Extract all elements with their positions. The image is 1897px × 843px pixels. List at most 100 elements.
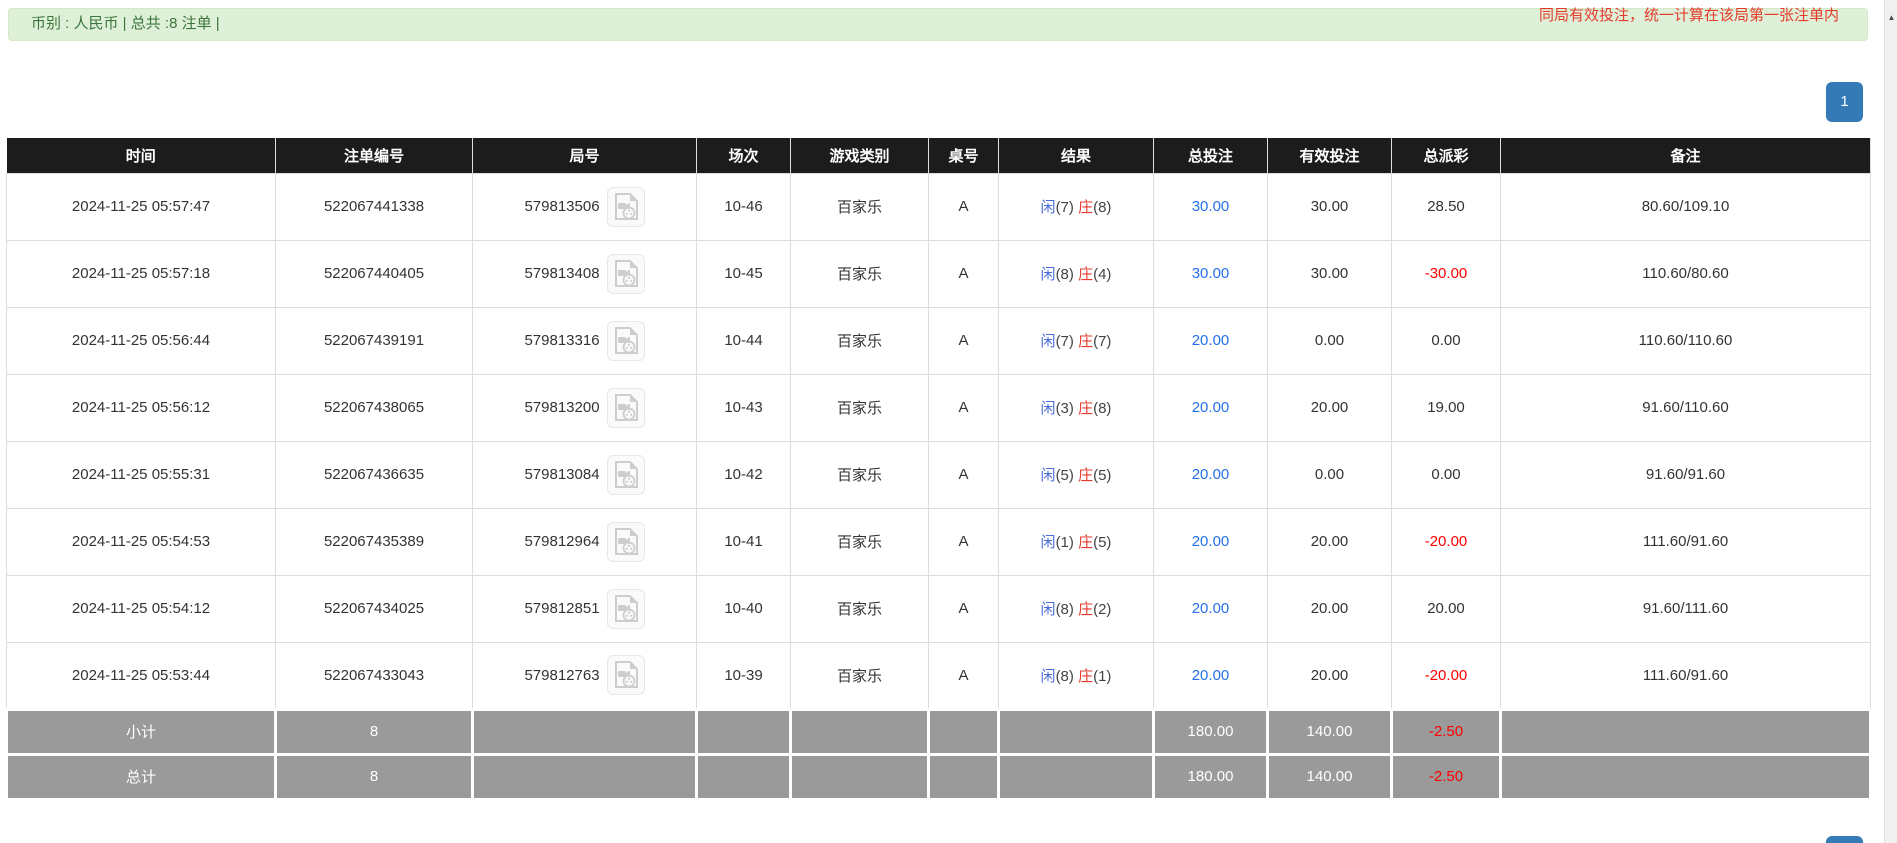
cell-total-bet: 20.00 [1153, 306, 1268, 375]
subtotal-valid-bet: 140.00 [1266, 707, 1393, 756]
cell-game-type: 百家乐 [790, 373, 929, 442]
cell-bet-id: 522067433043 [275, 641, 473, 710]
video-replay-button[interactable] [606, 387, 645, 428]
cell-total-bet: 20.00 [1153, 440, 1268, 509]
table-row: 2024-11-25 05:57:18 522067440405 5798134… [6, 239, 1871, 308]
total-bet-link[interactable]: 20.00 [1192, 600, 1230, 617]
cell-valid-bet: 20.00 [1267, 574, 1392, 643]
subtotal-payout: -2.50 [1390, 707, 1502, 756]
cell-remark: 91.60/110.60 [1500, 373, 1871, 442]
cell-table-no: A [928, 507, 999, 576]
cell-time: 2024-11-25 05:57:47 [6, 172, 276, 241]
cell-bet-id: 522067441338 [275, 172, 473, 241]
subtotal-empty-cell [471, 707, 698, 756]
page-viewport: 币别 : 人民币 | 总共 :8 注单 | 同局有效投注，统一计算在该局第一张注… [0, 0, 1897, 843]
table-row: 2024-11-25 05:54:12 522067434025 5798128… [6, 574, 1871, 643]
total-bet-link[interactable]: 20.00 [1192, 667, 1230, 684]
video-replay-button[interactable] [606, 521, 645, 562]
total-bet-link[interactable]: 20.00 [1192, 399, 1230, 416]
cell-time: 2024-11-25 05:54:53 [6, 507, 276, 576]
cell-table-no: A [928, 172, 999, 241]
cell-total-bet: 30.00 [1153, 239, 1268, 308]
subtotal-empty-cell [695, 707, 792, 756]
cell-bet-id: 522067440405 [275, 239, 473, 308]
cell-game-type: 百家乐 [790, 239, 929, 308]
column-header-valid-bet: 有效投注 [1267, 138, 1392, 173]
cell-valid-bet: 20.00 [1267, 373, 1392, 442]
cell-remark: 110.60/110.60 [1500, 306, 1871, 375]
total-bet-link[interactable]: 30.00 [1192, 265, 1230, 282]
video-replay-button[interactable] [606, 186, 645, 227]
cell-round-no: 579813316 [472, 306, 697, 375]
cell-table-no: A [928, 641, 999, 710]
cell-session: 10-43 [696, 373, 791, 442]
grand-total-row: 总计 8 180.00 140.00 -2.50 [5, 752, 1872, 801]
cell-remark: 111.60/91.60 [1500, 507, 1871, 576]
grand-total-valid-bet: 140.00 [1266, 752, 1393, 801]
video-file-icon [614, 594, 638, 622]
pagination-page-1-button[interactable]: 1 [1826, 82, 1863, 122]
cell-table-no: A [928, 574, 999, 643]
grand-total-count: 8 [274, 752, 474, 801]
cell-result: 闲(8) 庄(1) [998, 641, 1154, 710]
video-file-icon [614, 326, 638, 354]
cell-result: 闲(5) 庄(5) [998, 440, 1154, 509]
total-bet-link[interactable]: 30.00 [1192, 198, 1230, 215]
cell-payout: 20.00 [1391, 574, 1501, 643]
cell-game-type: 百家乐 [790, 574, 929, 643]
cell-payout: -20.00 [1391, 507, 1501, 576]
video-replay-button[interactable] [606, 588, 645, 629]
cell-valid-bet: 20.00 [1267, 507, 1392, 576]
video-file-icon [614, 661, 638, 688]
cell-valid-bet: 20.00 [1267, 641, 1392, 710]
vertical-scrollbar[interactable]: ▲ [1884, 0, 1897, 843]
cell-payout: 28.50 [1391, 172, 1501, 241]
grand-total-empty-cell [471, 752, 698, 801]
cell-table-no: A [928, 440, 999, 509]
cell-session: 10-44 [696, 306, 791, 375]
grand-total-empty-cell [927, 752, 1000, 801]
cell-round-no: 579813084 [472, 440, 697, 509]
subtotal-empty-cell [927, 707, 1000, 756]
table-row: 2024-11-25 05:57:47 522067441338 5798135… [6, 172, 1871, 241]
grand-total-total-bet: 180.00 [1152, 752, 1269, 801]
same-round-notice-text: 同局有效投注，统一计算在该局第一张注单内 [1538, 7, 1839, 24]
cell-valid-bet: 30.00 [1267, 239, 1392, 308]
total-bet-link[interactable]: 20.00 [1192, 332, 1230, 349]
scrollbar-up-arrow-icon[interactable]: ▲ [1885, 13, 1897, 23]
cell-session: 10-39 [696, 641, 791, 710]
video-file-icon [614, 393, 638, 421]
cell-bet-id: 522067434025 [275, 574, 473, 643]
cell-time: 2024-11-25 05:57:18 [6, 239, 276, 308]
video-file-icon [614, 192, 638, 220]
cell-time: 2024-11-25 05:53:44 [6, 641, 276, 710]
cell-valid-bet: 0.00 [1267, 440, 1392, 509]
column-header-payout: 总派彩 [1391, 138, 1501, 173]
grand-total-empty-cell [997, 752, 1155, 801]
cell-table-no: A [928, 373, 999, 442]
total-bet-link[interactable]: 20.00 [1192, 533, 1230, 550]
cell-remark: 111.60/91.60 [1500, 641, 1871, 710]
column-header-result: 结果 [998, 138, 1154, 173]
table-row: 2024-11-25 05:56:12 522067438065 5798132… [6, 373, 1871, 442]
total-bet-link[interactable]: 20.00 [1192, 466, 1230, 483]
cell-remark: 91.60/111.60 [1500, 574, 1871, 643]
grand-total-payout: -2.50 [1390, 752, 1502, 801]
cell-remark: 80.60/109.10 [1500, 172, 1871, 241]
cell-total-bet: 20.00 [1153, 507, 1268, 576]
pagination-bottom-page-1-button[interactable]: 1 [1826, 836, 1863, 843]
subtotal-empty-cell [789, 707, 930, 756]
cell-result: 闲(8) 庄(2) [998, 574, 1154, 643]
cell-session: 10-42 [696, 440, 791, 509]
cell-game-type: 百家乐 [790, 306, 929, 375]
cell-round-no: 579813506 [472, 172, 697, 241]
video-replay-button[interactable] [606, 454, 645, 495]
grand-total-empty-cell [789, 752, 930, 801]
video-replay-button[interactable] [606, 253, 645, 294]
cell-game-type: 百家乐 [790, 507, 929, 576]
video-replay-button[interactable] [606, 655, 645, 695]
cell-time: 2024-11-25 05:54:12 [6, 574, 276, 643]
table-row: 2024-11-25 05:53:44 522067433043 5798127… [6, 641, 1871, 710]
video-replay-button[interactable] [606, 320, 645, 361]
cell-round-no: 579812763 [472, 641, 697, 710]
